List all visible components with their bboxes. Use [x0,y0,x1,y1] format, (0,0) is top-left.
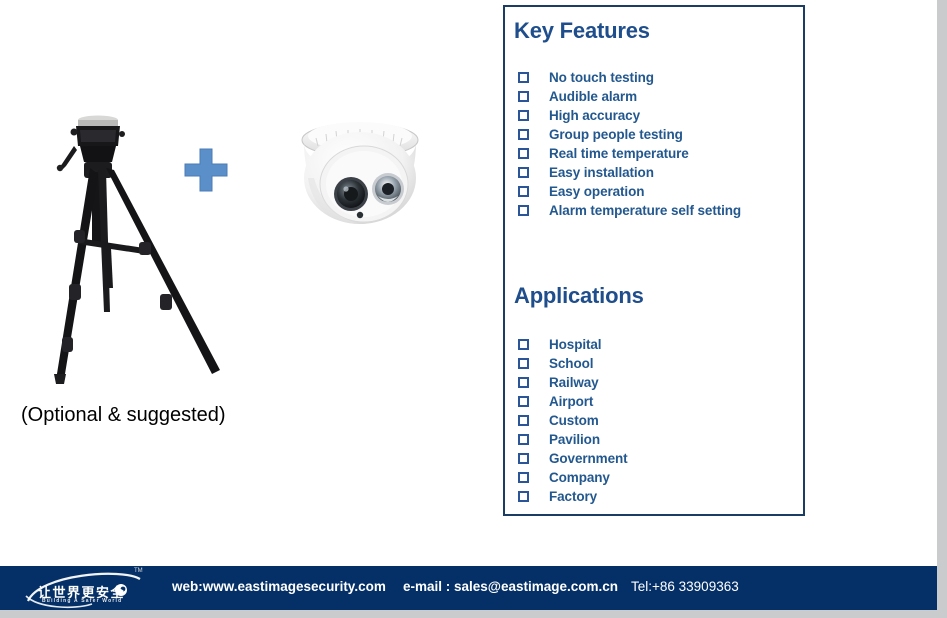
checkbox-icon[interactable] [518,453,529,464]
checkbox-icon[interactable] [518,472,529,483]
optional-caption: (Optional & suggested) [21,404,226,426]
footer-telephone: Tel:+86 33909363 [631,579,739,594]
list-item[interactable]: Company [515,468,805,487]
product-image-area: (Optional & suggested) [0,0,495,545]
slide-page: (Optional & suggested) Key Features No t… [0,0,947,618]
page-edge-bottom [0,610,947,618]
checkbox-icon[interactable] [518,415,529,426]
list-item[interactable]: Government [515,449,805,468]
checkbox-icon[interactable] [518,396,529,407]
list-item-label: School [549,356,594,371]
trademark-symbol: TM [134,568,143,574]
checkbox-icon[interactable] [518,110,529,121]
logo-tagline: Building A Safer World [42,598,123,604]
checkbox-icon[interactable] [518,491,529,502]
list-item[interactable]: Airport [515,392,805,411]
list-item-label: Company [549,470,610,485]
checkbox-icon[interactable] [518,205,529,216]
list-item-label: Real time temperature [549,146,689,161]
list-item[interactable]: Easy installation [515,163,805,182]
info-panel: Key Features No touch testing Audible al… [503,5,805,516]
list-item[interactable]: Hospital [515,335,805,354]
list-item-label: High accuracy [549,108,640,123]
checkbox-icon[interactable] [518,148,529,159]
applications-title: Applications [514,283,644,308]
list-item-label: Alarm temperature self setting [549,203,742,218]
checkbox-icon[interactable] [518,358,529,369]
list-item[interactable]: No touch testing [515,68,805,87]
list-item-label: No touch testing [549,70,654,85]
company-logo: 让世界更安全 Building A Safer World TM [22,568,150,610]
checkbox-icon[interactable] [518,339,529,350]
checkbox-icon[interactable] [518,129,529,140]
page-edge-right [937,0,947,618]
footer-email[interactable]: e-mail : sales@eastimage.com.cn [403,579,618,594]
checkbox-icon[interactable] [518,186,529,197]
checkbox-icon[interactable] [518,434,529,445]
footer-bar: 让世界更安全 Building A Safer World TM web:www… [0,566,947,610]
list-item[interactable]: Pavilion [515,430,805,449]
list-item[interactable]: Audible alarm [515,87,805,106]
list-item-label: Audible alarm [549,89,637,104]
list-item-label: Pavilion [549,432,600,447]
list-item[interactable]: Easy operation [515,182,805,201]
applications-list: Hospital School Railway Airport Custom P… [515,335,805,506]
list-item-label: Easy operation [549,184,645,199]
list-item-label: Government [549,451,628,466]
plus-icon [183,147,229,193]
list-item-label: Airport [549,394,594,409]
list-item-label: Group people testing [549,127,683,142]
checkbox-icon[interactable] [518,377,529,388]
list-item-label: Railway [549,375,599,390]
list-item-label: Hospital [549,337,602,352]
list-item[interactable]: High accuracy [515,106,805,125]
list-item[interactable]: Real time temperature [515,144,805,163]
list-item[interactable]: Railway [515,373,805,392]
list-item-label: Custom [549,413,599,428]
checkbox-icon[interactable] [518,72,529,83]
list-item[interactable]: Group people testing [515,125,805,144]
list-item[interactable]: Custom [515,411,805,430]
key-features-title: Key Features [514,18,650,43]
list-item-label: Factory [549,489,598,504]
key-features-list: No touch testing Audible alarm High accu… [515,68,805,220]
list-item[interactable]: School [515,354,805,373]
list-item[interactable]: Factory [515,487,805,506]
footer-website[interactable]: web:www.eastimagesecurity.com [172,579,386,594]
list-item-label: Easy installation [549,165,654,180]
dome-security-camera-icon [288,116,433,238]
list-item[interactable]: Alarm temperature self setting [515,201,805,220]
checkbox-icon[interactable] [518,91,529,102]
checkbox-icon[interactable] [518,167,529,178]
